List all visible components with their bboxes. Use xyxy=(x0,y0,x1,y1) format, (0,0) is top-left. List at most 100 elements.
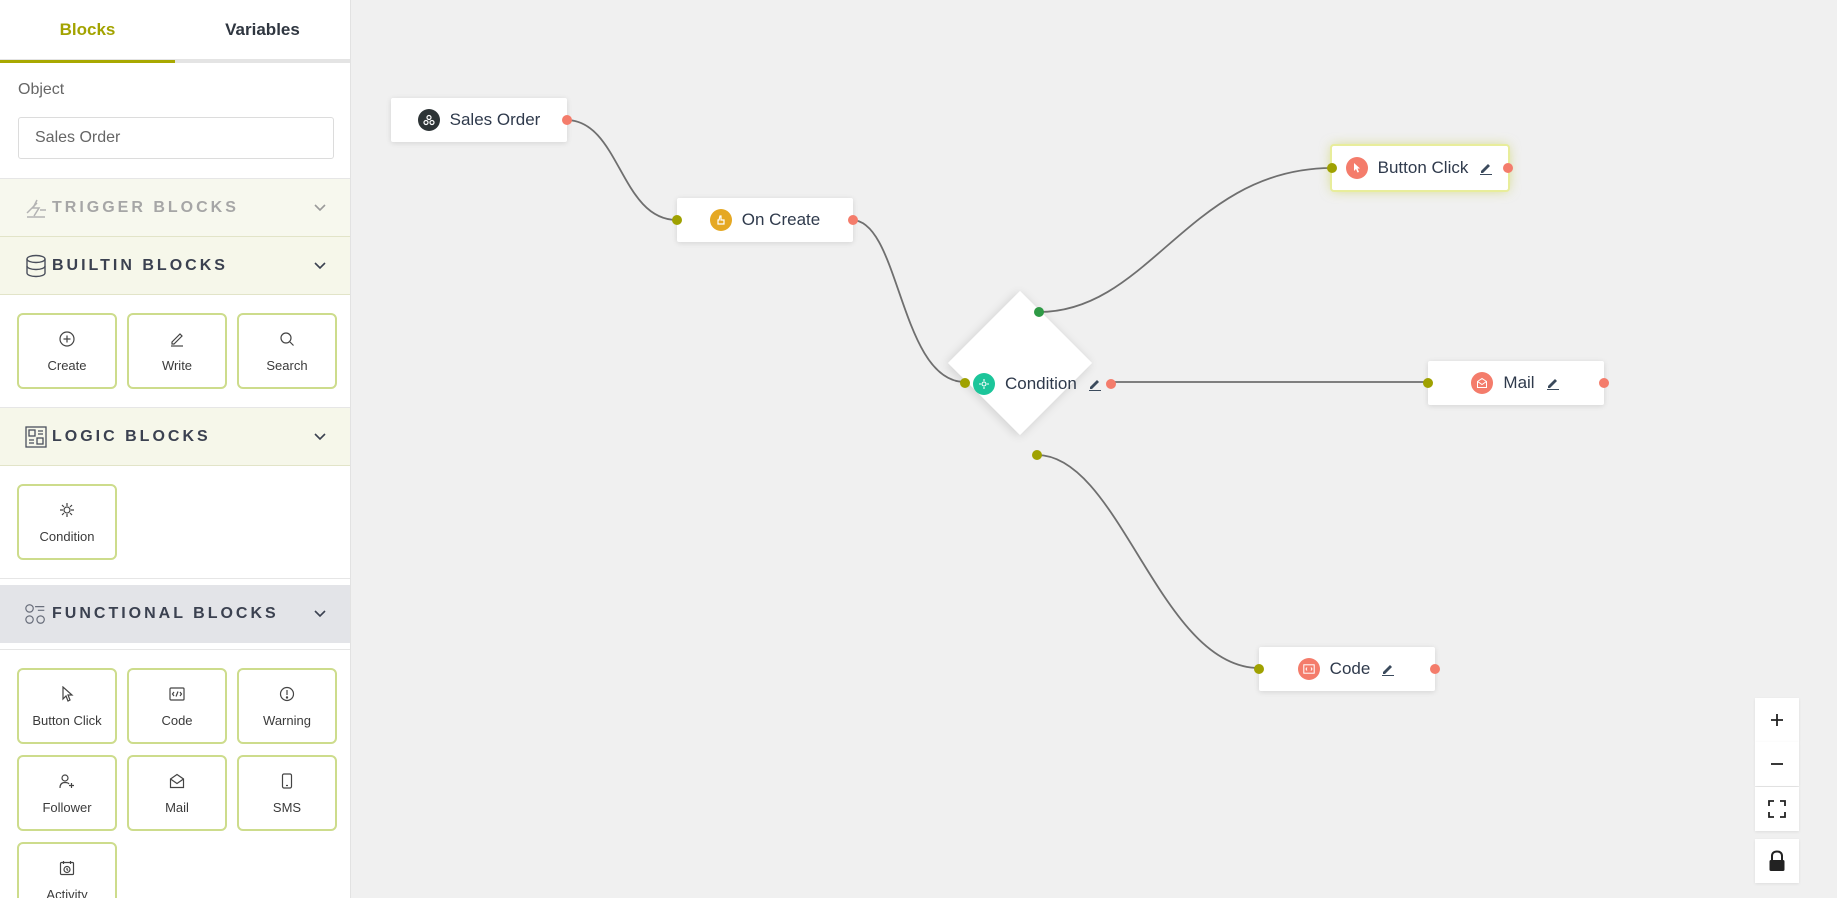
condition-gear-icon xyxy=(58,501,76,519)
lock-button[interactable] xyxy=(1755,839,1799,883)
input-handle[interactable] xyxy=(672,215,682,225)
object-icon xyxy=(417,109,440,131)
sidebar: Blocks Variables Object TRIGGER BLOCKS B… xyxy=(0,0,351,898)
output-handle[interactable] xyxy=(1503,163,1513,173)
tab-variables[interactable]: Variables xyxy=(175,0,350,59)
object-section: Object xyxy=(0,63,350,179)
block-follower[interactable]: Follower xyxy=(17,755,117,831)
edit-icon[interactable] xyxy=(1545,375,1561,391)
output-handle[interactable] xyxy=(1430,664,1440,674)
node-label: On Create xyxy=(741,210,821,229)
section-trigger-blocks[interactable]: TRIGGER BLOCKS xyxy=(0,179,350,237)
node-label: Mail xyxy=(1503,373,1535,392)
condition-true-handle[interactable] xyxy=(1034,307,1044,317)
edit-icon[interactable] xyxy=(1087,376,1103,392)
edit-icon[interactable] xyxy=(1380,661,1396,677)
block-warning[interactable]: Warning xyxy=(237,668,337,744)
block-label: Search xyxy=(266,357,308,373)
zoom-out-icon xyxy=(1771,763,1783,765)
node-code[interactable]: Code xyxy=(1254,647,1440,691)
section-title: TRIGGER BLOCKS xyxy=(52,198,239,216)
section-title: LOGIC BLOCKS xyxy=(52,427,211,445)
node-sales-order[interactable]: Sales Order xyxy=(391,98,572,142)
input-handle[interactable] xyxy=(1327,163,1337,173)
node-button-click[interactable]: Button Click xyxy=(1327,146,1513,190)
warning-icon xyxy=(278,685,296,703)
output-handle[interactable] xyxy=(848,215,858,225)
zoom-in-button[interactable] xyxy=(1755,698,1799,742)
section-title: BUILTIN BLOCKS xyxy=(52,256,228,274)
block-code[interactable]: Code xyxy=(127,668,227,744)
code-icon xyxy=(168,685,186,703)
block-label: Mail xyxy=(165,799,189,815)
block-sms[interactable]: SMS xyxy=(237,755,337,831)
block-activity[interactable]: Activity xyxy=(17,842,117,898)
condition-output-handle[interactable] xyxy=(1106,379,1116,389)
block-label: Button Click xyxy=(32,712,102,728)
section-logic-blocks[interactable]: LOGIC BLOCKS xyxy=(0,408,350,466)
chevron-down-icon[interactable] xyxy=(312,200,328,216)
block-label: Code xyxy=(161,712,193,728)
plus-circle-icon xyxy=(58,330,76,348)
sidebar-tabs: Blocks Variables xyxy=(0,0,350,63)
block-search[interactable]: Search xyxy=(237,313,337,389)
block-label: Activity xyxy=(46,886,88,898)
mail-icon xyxy=(168,772,186,790)
pencil-icon xyxy=(168,330,186,348)
output-handle[interactable] xyxy=(562,115,572,125)
edit-icon[interactable] xyxy=(1478,160,1494,176)
input-handle[interactable] xyxy=(1423,378,1433,388)
calendar-clock-icon xyxy=(58,859,76,877)
node-on-create[interactable]: On Create xyxy=(672,198,858,242)
search-icon xyxy=(278,330,296,348)
chevron-down-icon[interactable] xyxy=(312,429,328,445)
flow-canvas[interactable] xyxy=(351,0,1837,898)
block-mail[interactable]: Mail xyxy=(127,755,227,831)
condition-icon xyxy=(973,373,995,395)
builtin-blocks-grid: Create Write Search xyxy=(0,295,350,408)
zoom-out-button[interactable] xyxy=(1755,742,1799,786)
block-write[interactable]: Write xyxy=(127,313,227,389)
block-label: Write xyxy=(161,357,193,373)
block-create[interactable]: Create xyxy=(17,313,117,389)
chevron-down-icon[interactable] xyxy=(312,258,328,274)
condition-false-handle[interactable] xyxy=(1032,450,1042,460)
zoom-in-icon xyxy=(1771,714,1783,726)
block-label: Warning xyxy=(263,712,311,728)
node-label: Condition xyxy=(1005,374,1077,393)
tab-blocks[interactable]: Blocks xyxy=(0,0,175,59)
code-icon xyxy=(1297,658,1320,680)
section-functional-blocks[interactable]: FUNCTIONAL BLOCKS xyxy=(0,585,350,643)
mail-icon xyxy=(1471,372,1494,394)
user-plus-icon xyxy=(58,772,76,790)
section-title: FUNCTIONAL BLOCKS xyxy=(52,605,279,622)
fit-view-button[interactable] xyxy=(1755,787,1799,831)
object-label: Object xyxy=(18,81,65,98)
object-input[interactable] xyxy=(18,117,334,159)
output-handle[interactable] xyxy=(1599,378,1609,388)
lock-icon xyxy=(1769,850,1785,871)
node-label: Sales Order xyxy=(449,110,541,129)
section-builtin-blocks[interactable]: BUILTIN BLOCKS xyxy=(0,237,350,295)
node-mail[interactable]: Mail xyxy=(1423,361,1609,405)
condition-input-handle[interactable] xyxy=(960,378,970,388)
fit-view-icon xyxy=(1768,800,1786,818)
node-label: Code xyxy=(1329,659,1371,678)
phone-icon xyxy=(278,772,296,790)
trigger-hand-icon xyxy=(709,209,732,231)
database-icon xyxy=(24,254,48,278)
chevron-down-icon[interactable] xyxy=(312,606,328,622)
node-condition[interactable]: Condition xyxy=(973,372,1103,396)
puzzle-icon xyxy=(24,425,48,449)
block-label: Condition xyxy=(39,528,95,544)
trigger-icon xyxy=(24,196,48,220)
block-label: Follower xyxy=(42,799,92,815)
block-button-click[interactable]: Button Click xyxy=(17,668,117,744)
input-handle[interactable] xyxy=(1254,664,1264,674)
block-label: SMS xyxy=(272,799,302,815)
block-condition[interactable]: Condition xyxy=(17,484,117,560)
cursor-icon xyxy=(1345,157,1368,179)
functional-icon xyxy=(24,602,48,626)
functional-blocks-grid: Button Click Code Warning Follower Mail … xyxy=(0,649,350,898)
block-label: Create xyxy=(47,357,87,373)
